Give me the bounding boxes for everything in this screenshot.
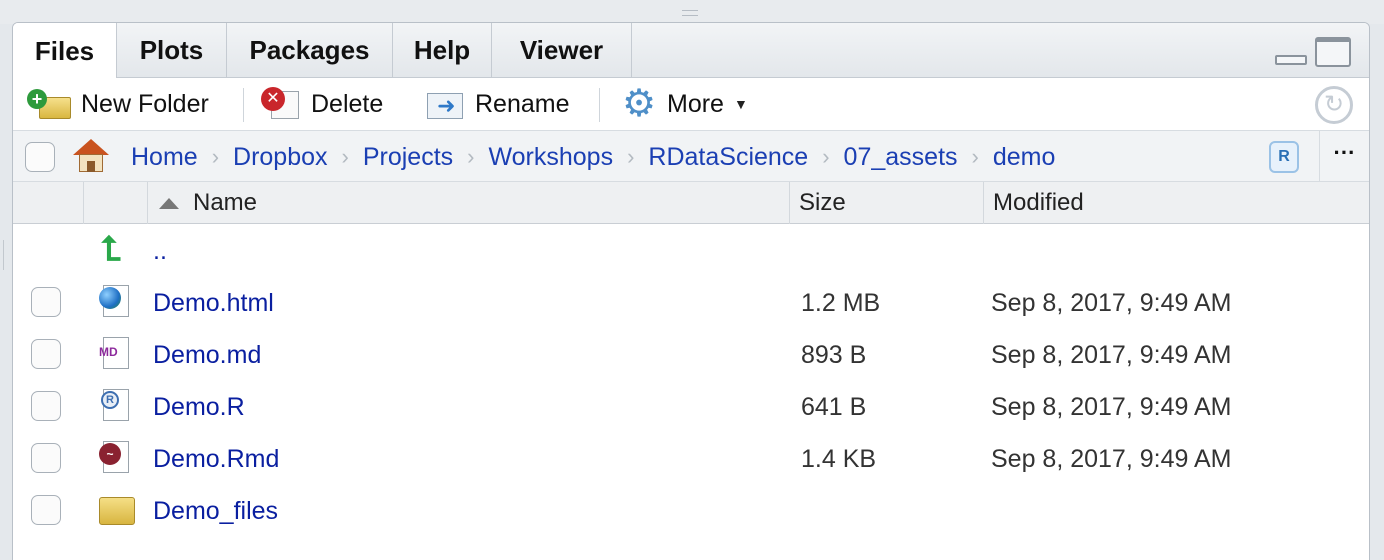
table-row: MD Demo.md 893 B Sep 8, 2017, 9:49 AM [13,329,1369,381]
file-modified: Sep 8, 2017, 9:49 AM [991,340,1232,369]
row-checkbox[interactable] [31,287,61,317]
chevron-right-icon: › [341,144,349,169]
file-modified: Sep 8, 2017, 9:49 AM [991,444,1232,473]
files-toolbar: + New Folder ✕ Delete ➜ Rename ⚙ More ▼ … [13,78,1369,130]
refresh-icon[interactable]: ↻ [1315,86,1353,124]
chevron-right-icon: › [211,144,220,169]
r-script-file-icon: R [99,387,133,423]
file-modified: Sep 8, 2017, 9:49 AM [991,392,1232,421]
row-checkbox[interactable] [31,443,61,473]
file-name-link[interactable]: Demo.R [153,393,245,422]
html-file-icon [99,283,133,319]
row-checkbox[interactable] [31,339,61,369]
chevron-right-icon: › [971,144,979,169]
file-size: 1.2 MB [801,288,881,317]
table-row: R Demo.R 641 B Sep 8, 2017, 9:49 AM [13,381,1369,433]
row-checkbox[interactable] [31,391,61,421]
modified-column-header[interactable]: Modified [993,182,1084,224]
breadcrumb-projects[interactable]: Projects [363,143,453,172]
file-size: 893 B [801,340,867,369]
new-folder-label: New Folder [81,89,209,118]
modified-column-label: Modified [993,189,1084,216]
breadcrumb-workshops[interactable]: Workshops [488,143,613,172]
rename-icon: ➜ [425,87,467,121]
tab-packages[interactable]: Packages [227,23,393,78]
tab-help[interactable]: Help [393,23,492,78]
maximize-pane-icon[interactable] [1315,37,1351,67]
toolbar-divider [243,88,244,122]
parent-directory-row[interactable]: ⮤ .. [13,225,1369,277]
tab-bar: Files Plots Packages Help Viewer [13,23,1369,79]
splitter-grip-icon[interactable] [682,10,698,16]
table-row: Demo.html 1.2 MB Sep 8, 2017, 9:49 AM [13,277,1369,329]
chevron-down-icon: ▼ [733,96,748,112]
file-list-header: Name Size Modified [13,182,1369,224]
breadcrumb-07-assets[interactable]: 07_assets [844,143,958,172]
delete-button[interactable]: ✕ Delete [261,78,383,130]
go-up-icon: ⮤ [101,230,122,268]
column-divider [789,182,790,224]
rename-button[interactable]: ➜ Rename [425,78,570,130]
new-folder-icon: + [27,87,73,121]
folder-icon [99,491,135,527]
home-icon[interactable] [71,137,111,177]
breadcrumb-path: Home › Dropbox › Projects › Workshops › … [131,131,1055,183]
more-label: More [667,89,724,118]
sort-ascending-icon [159,197,179,209]
more-options-icon[interactable]: ··· [1319,131,1369,183]
file-name-link[interactable]: Demo.Rmd [153,445,279,474]
file-name-link[interactable]: Demo.html [153,289,274,318]
file-size: 1.4 KB [801,444,877,473]
pane-divider [3,240,4,270]
breadcrumb-dropbox[interactable]: Dropbox [233,143,328,172]
chevron-right-icon: › [822,144,830,169]
more-menu-button[interactable]: ⚙ More ▼ [619,78,748,130]
delete-label: Delete [311,89,384,118]
table-row: Demo_files [13,485,1369,537]
tab-files[interactable]: Files [13,23,117,79]
breadcrumb: Home › Dropbox › Projects › Workshops › … [13,130,1369,183]
delete-icon: ✕ [261,87,303,121]
column-divider [147,182,148,224]
chevron-right-icon: › [467,144,475,169]
column-divider [983,182,984,224]
folder-name-link[interactable]: Demo_files [153,497,278,526]
pane-splitter[interactable] [0,0,1384,24]
table-row: ~ Demo.Rmd 1.4 KB Sep 8, 2017, 9:49 AM [13,433,1369,485]
markdown-file-icon: MD [99,335,133,371]
toolbar-divider [599,88,600,122]
tab-plots[interactable]: Plots [117,23,227,78]
chevron-right-icon: › [627,144,635,169]
breadcrumb-home[interactable]: Home [131,143,198,172]
breadcrumb-demo[interactable]: demo [993,143,1056,172]
files-pane: Files Plots Packages Help Viewer + New F… [12,22,1370,560]
column-divider [83,182,84,224]
select-all-checkbox[interactable] [25,142,55,172]
file-name-link[interactable]: Demo.md [153,341,261,370]
size-column-label: Size [799,189,846,216]
gear-icon: ⚙ [621,83,657,125]
file-size: 641 B [801,392,867,421]
tab-viewer[interactable]: Viewer [492,23,632,78]
minimize-pane-icon[interactable] [1275,55,1307,65]
new-folder-button[interactable]: + New Folder [27,78,209,130]
file-modified: Sep 8, 2017, 9:49 AM [991,288,1232,317]
row-checkbox[interactable] [31,495,61,525]
parent-directory-link[interactable]: .. [153,237,167,266]
rename-label: Rename [475,89,570,118]
breadcrumb-rdatascience[interactable]: RDataScience [648,143,808,172]
name-column-header[interactable]: Name [159,182,257,224]
size-column-header[interactable]: Size [799,182,846,224]
name-column-label: Name [193,189,258,216]
rmarkdown-file-icon: ~ [99,439,133,475]
r-project-icon[interactable]: R [1269,141,1299,173]
